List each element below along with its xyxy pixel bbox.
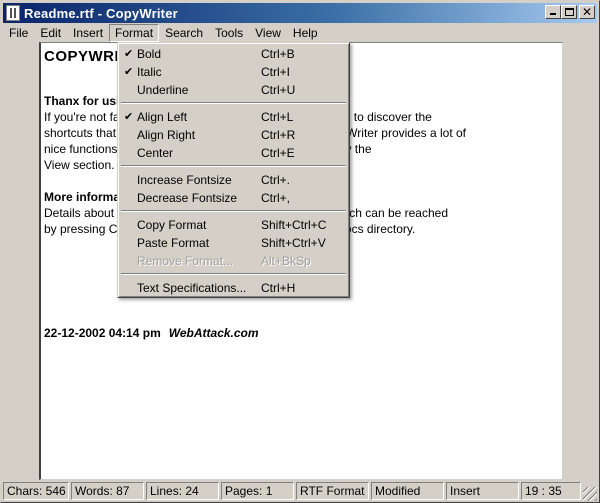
menu-edit[interactable]: Edit xyxy=(34,24,67,42)
menu-item-center[interactable]: Center Ctrl+E xyxy=(120,144,347,162)
menu-view[interactable]: View xyxy=(249,24,287,42)
menu-item-bold[interactable]: ✔ Bold Ctrl+B xyxy=(120,45,347,63)
menu-item-label: Underline xyxy=(137,83,189,97)
check-icon: ✔ xyxy=(124,47,134,60)
menu-item-copy-format[interactable]: Copy Format Shift+Ctrl+C xyxy=(120,216,347,234)
menu-item-label: Increase Fontsize xyxy=(137,173,232,187)
minimize-icon xyxy=(550,13,556,15)
menu-item-label: Center xyxy=(137,146,174,160)
menu-item-remove-format: Remove Format... Alt+BkSp xyxy=(120,252,347,270)
menu-item-label: Decrease Fontsize xyxy=(137,191,238,205)
menu-separator xyxy=(120,270,347,279)
status-pages: Pages: 1 xyxy=(221,482,294,500)
menu-item-shortcut: Alt+BkSp xyxy=(261,254,311,268)
menu-item-shortcut: Shift+Ctrl+V xyxy=(261,236,326,250)
menu-item-shortcut: Ctrl+E xyxy=(261,146,295,160)
status-chars: Chars: 546 xyxy=(3,482,69,500)
menu-item-text-specifications[interactable]: Text Specifications... Ctrl+H xyxy=(120,279,347,297)
maximize-icon xyxy=(564,8,574,16)
menu-item-label: Paste Format xyxy=(137,236,210,250)
menu-item-shortcut: Ctrl+L xyxy=(261,110,294,124)
resize-grip-icon[interactable] xyxy=(583,487,597,501)
menu-item-align-left[interactable]: ✔ Align Left Ctrl+L xyxy=(120,108,347,126)
menu-item-underline[interactable]: Underline Ctrl+U xyxy=(120,81,347,99)
window-title: Readme.rtf - CopyWriter xyxy=(24,5,178,21)
format-menu-dropdown: ✔ Bold Ctrl+B ✔ Italic Ctrl+I Underline … xyxy=(117,42,350,298)
menu-item-label: Text Specifications... xyxy=(137,281,247,295)
menu-item-align-right[interactable]: Align Right Ctrl+R xyxy=(120,126,347,144)
document-site: WebAttack.com xyxy=(168,326,259,340)
check-icon: ✔ xyxy=(124,65,134,78)
title-bar[interactable]: Readme.rtf - CopyWriter ✕ xyxy=(3,3,597,23)
menu-item-label: Align Left xyxy=(137,110,188,124)
menu-tools[interactable]: Tools xyxy=(209,24,249,42)
menu-search[interactable]: Search xyxy=(159,24,209,42)
window-controls: ✕ xyxy=(545,5,595,19)
menu-item-label: Copy Format xyxy=(137,218,207,232)
menu-item-decrease-fontsize[interactable]: Decrease Fontsize Ctrl+, xyxy=(120,189,347,207)
menu-item-shortcut: Shift+Ctrl+C xyxy=(261,218,327,232)
status-words: Words: 87 xyxy=(71,482,144,500)
menu-item-shortcut: Ctrl+I xyxy=(261,65,291,79)
menu-item-label: Bold xyxy=(137,47,162,61)
menu-bar: File Edit Insert Format Search Tools Vie… xyxy=(3,24,324,42)
menu-item-shortcut: Ctrl+R xyxy=(261,128,296,142)
document-date: 22-12-2002 04:14 pm xyxy=(44,326,161,340)
menu-item-label: Italic xyxy=(137,65,162,79)
menu-item-increase-fontsize[interactable]: Increase Fontsize Ctrl+. xyxy=(120,171,347,189)
menu-item-shortcut: Ctrl+U xyxy=(261,83,296,97)
check-icon: ✔ xyxy=(124,110,134,123)
minimize-button[interactable] xyxy=(545,5,561,19)
close-icon: ✕ xyxy=(581,5,593,19)
menu-item-shortcut: Ctrl+, xyxy=(261,191,291,205)
menu-insert[interactable]: Insert xyxy=(67,24,109,42)
status-bar: Chars: 546 Words: 87 Lines: 24 Pages: 1 … xyxy=(3,482,597,501)
menu-item-paste-format[interactable]: Paste Format Shift+Ctrl+V xyxy=(120,234,347,252)
document-footer: 22-12-2002 04:14 pm WebAttack.com xyxy=(44,325,562,341)
status-cursor-position: 19 : 35 xyxy=(521,482,581,500)
menu-item-shortcut: Ctrl+. xyxy=(261,173,291,187)
menu-help[interactable]: Help xyxy=(287,24,324,42)
close-button[interactable]: ✕ xyxy=(579,5,595,19)
menu-file[interactable]: File xyxy=(3,24,34,42)
menu-format[interactable]: Format xyxy=(109,24,160,42)
menu-separator xyxy=(120,162,347,171)
app-window: Readme.rtf - CopyWriter ✕ File Edit Inse… xyxy=(0,0,600,503)
menu-item-label: Remove Format... xyxy=(137,254,234,268)
menu-item-italic[interactable]: ✔ Italic Ctrl+I xyxy=(120,63,347,81)
status-mode: Insert xyxy=(446,482,519,500)
status-modified: Modified xyxy=(371,482,444,500)
menu-item-shortcut: Ctrl+H xyxy=(261,281,296,295)
menu-item-shortcut: Ctrl+B xyxy=(261,47,295,61)
menu-separator xyxy=(120,99,347,108)
maximize-button[interactable] xyxy=(561,5,577,19)
status-lines: Lines: 24 xyxy=(146,482,219,500)
status-format: RTF Format xyxy=(296,482,369,500)
app-icon[interactable] xyxy=(6,5,20,21)
menu-separator xyxy=(120,207,347,216)
menu-item-label: Align Right xyxy=(137,128,196,142)
